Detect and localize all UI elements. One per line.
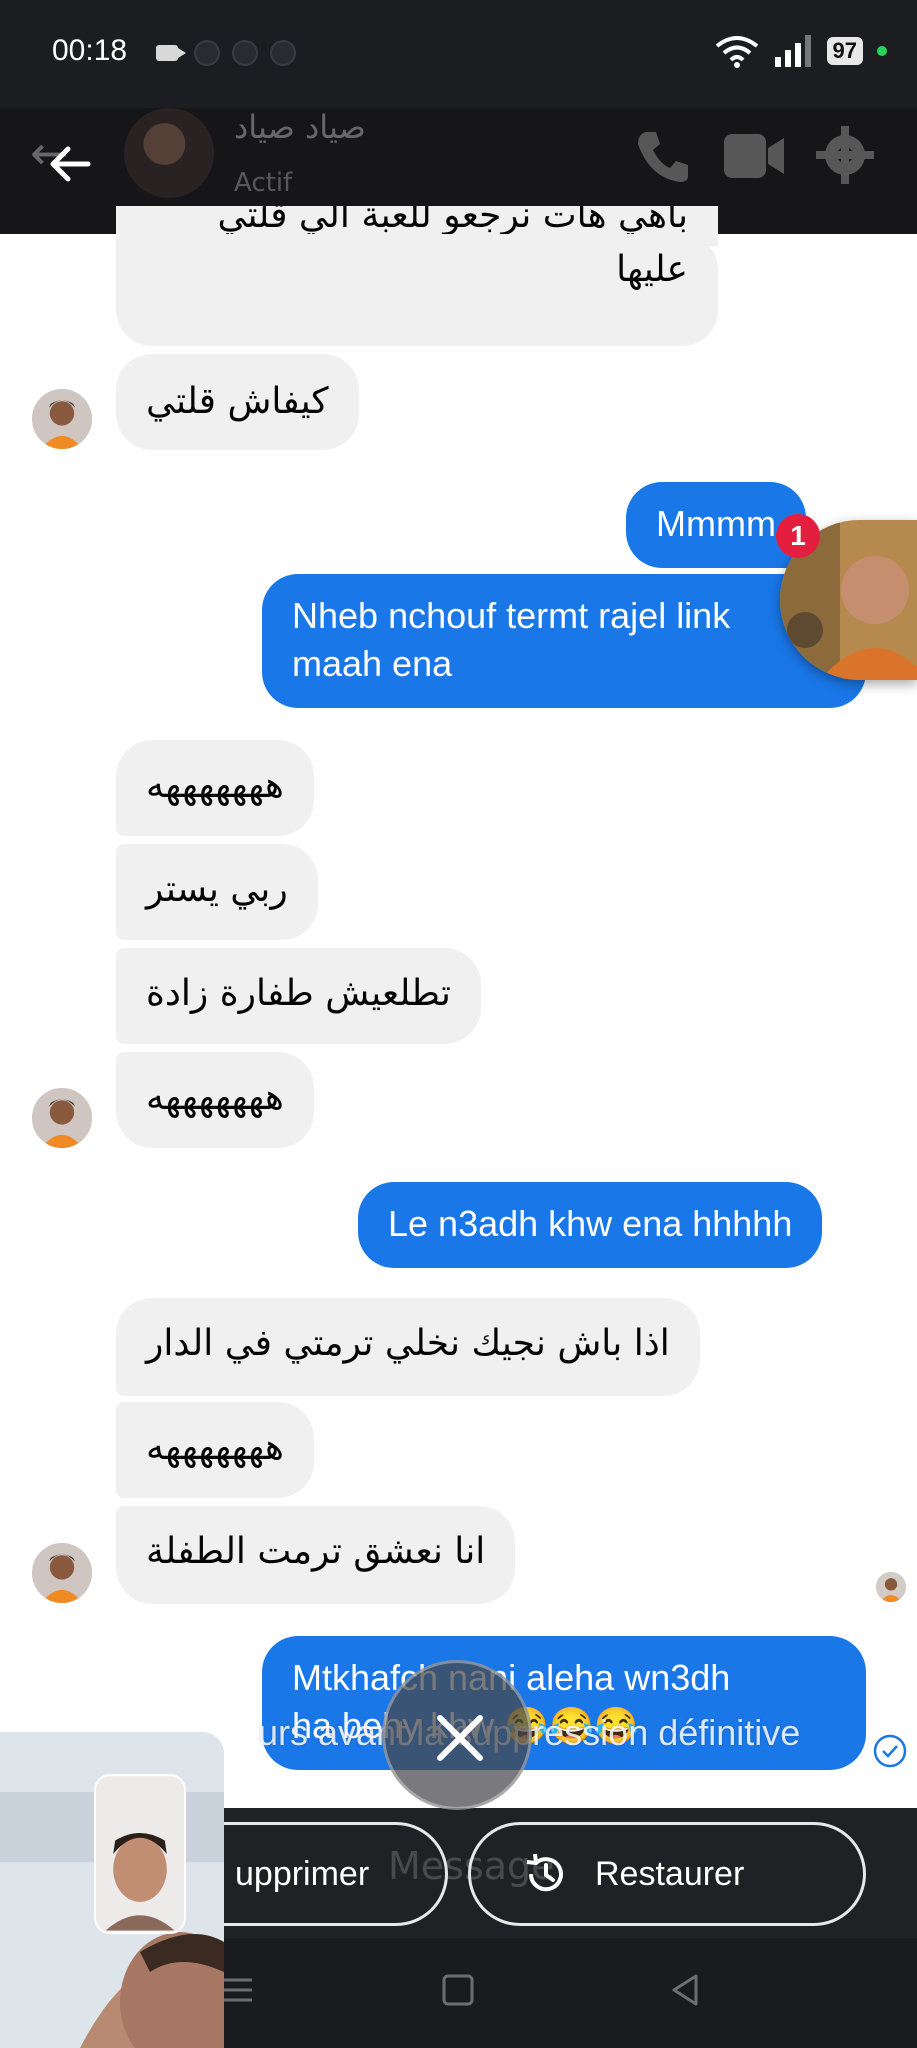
message-outgoing[interactable]: Nheb nchouf termt rajel link maah ena [262, 574, 866, 708]
status-time: 00:18 [52, 34, 128, 67]
avatar-image [32, 1543, 92, 1603]
system-indicators: 97 [715, 34, 887, 68]
avatar-image [32, 1088, 92, 1148]
signal-icon [774, 35, 811, 67]
unread-badge: 1 [776, 514, 820, 558]
home-icon[interactable] [436, 1968, 480, 2012]
more-icon [270, 40, 296, 66]
arrow-left-icon [50, 146, 91, 182]
message-incoming[interactable]: هههههههه [116, 1402, 314, 1498]
close-icon [437, 1715, 483, 1761]
gear-icon [816, 126, 874, 184]
phone-icon [638, 132, 688, 182]
sender-avatar[interactable] [30, 1086, 94, 1150]
restore-label: Restaurer [595, 1854, 745, 1893]
self-video-feed [96, 1777, 184, 1931]
back-button[interactable] [46, 140, 94, 188]
contact-avatar [124, 108, 214, 198]
back-nav-icon[interactable] [664, 1968, 708, 2012]
messenger-icon [194, 40, 220, 66]
wifi-icon [715, 36, 758, 68]
message-line: Mtkhafch nani aleha wn3dh [292, 1657, 731, 1698]
message-incoming[interactable]: كيفاش قلتي [116, 354, 359, 450]
message-incoming[interactable]: ربي يستر [116, 844, 318, 940]
sender-avatar[interactable] [30, 1541, 94, 1605]
seen-avatar [874, 1570, 908, 1604]
status-bar: 00:18 97 [0, 0, 917, 108]
delete-label: upprimer [235, 1854, 370, 1893]
message-incoming[interactable]: هههههههه [116, 740, 314, 836]
message-incoming[interactable]: تطلعيش طفارة زادة [116, 948, 481, 1044]
message-incoming[interactable]: اذا باش نجيك نخلي ترمتي في الدار [116, 1298, 700, 1396]
video-call-icon [724, 134, 784, 178]
avatar-image [876, 1572, 906, 1602]
messenger-icon [232, 40, 258, 66]
avatar-image [32, 389, 92, 449]
restore-button[interactable]: Restaurer [468, 1822, 866, 1926]
contact-name: صياد صياد [234, 108, 366, 146]
contact-status: Actif [234, 168, 293, 198]
message-line: maah ena [292, 643, 453, 684]
history-icon [526, 1853, 563, 1892]
sender-avatar[interactable] [30, 387, 94, 451]
message-incoming[interactable]: انا نعشق ترمت الطفلة [116, 1506, 516, 1604]
sent-check-icon [873, 1734, 907, 1768]
message-incoming[interactable]: عليها [116, 234, 718, 346]
message-incoming[interactable]: هههههههه [116, 1052, 314, 1148]
message-text: عليها [616, 249, 688, 290]
message-line: Nheb nchouf termt rajel link [292, 595, 731, 636]
self-video-preview[interactable] [94, 1774, 186, 1934]
video-camera-icon [156, 45, 186, 61]
notification-icons [156, 40, 296, 66]
privacy-dot [877, 46, 887, 56]
battery-indicator: 97 [826, 37, 863, 65]
message-outgoing[interactable]: Le n3adh khw ena hhhhh [358, 1182, 823, 1268]
dismiss-bubble-button[interactable] [382, 1660, 532, 1810]
